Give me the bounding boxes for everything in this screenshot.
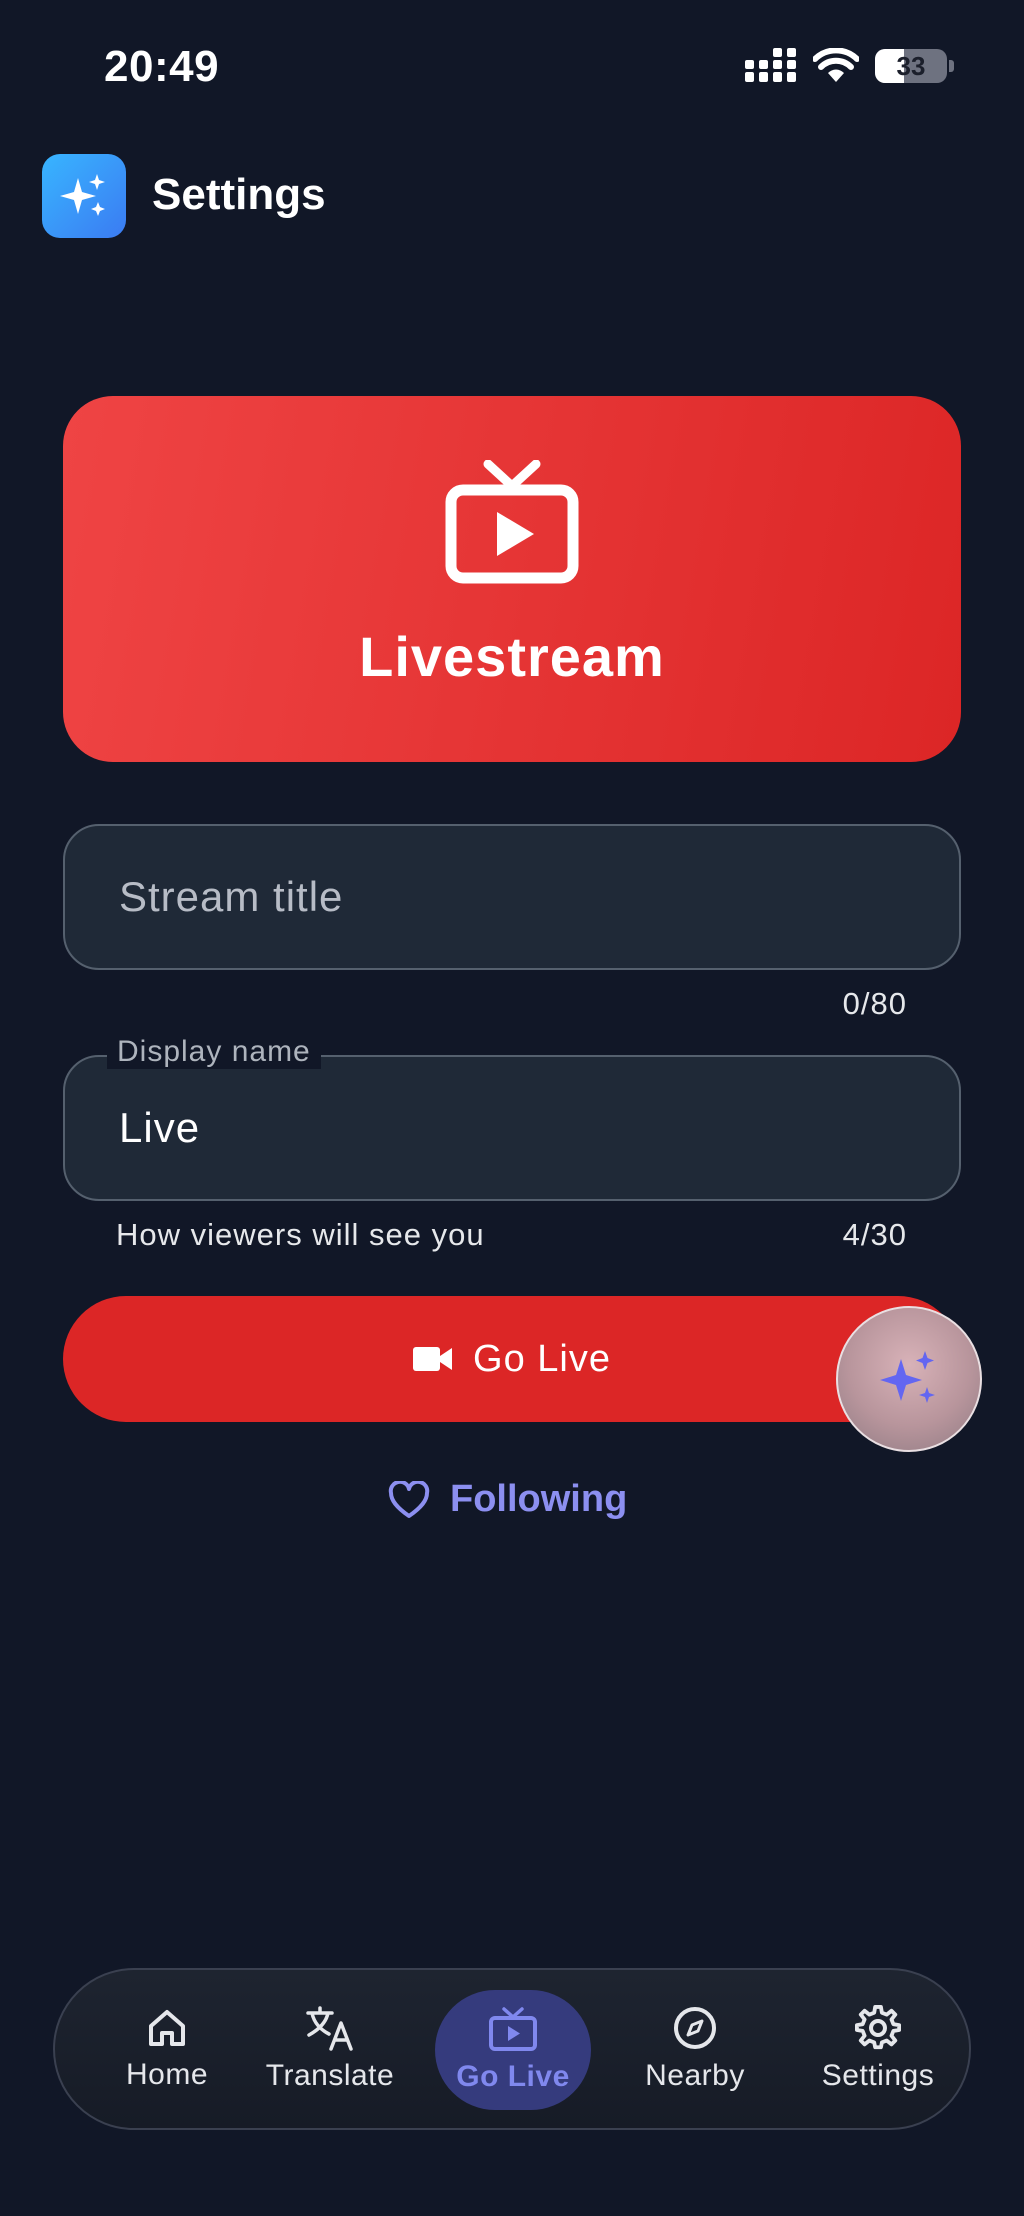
screen: 20:49 33 Settings Livestream Stream titl… bbox=[0, 0, 1024, 2216]
battery-tip bbox=[949, 60, 954, 72]
nav-label-nearby: Nearby bbox=[645, 2059, 745, 2092]
video-camera-icon bbox=[413, 1347, 453, 1371]
following-label: Following bbox=[450, 1478, 628, 1520]
home-icon bbox=[149, 2010, 185, 2046]
ai-assistant-fab[interactable] bbox=[836, 1306, 982, 1452]
go-live-label: Go Live bbox=[473, 1337, 611, 1380]
translate-icon bbox=[306, 2006, 353, 2051]
display-name-input[interactable] bbox=[117, 1057, 897, 1199]
app-logo bbox=[42, 154, 126, 238]
nav-label-settings: Settings bbox=[821, 2059, 935, 2092]
tv-icon bbox=[489, 2007, 537, 2051]
nav-label-home: Home bbox=[125, 2058, 209, 2091]
stream-title-counter: 0/80 bbox=[842, 986, 907, 1021]
battery-indicator: 33 bbox=[875, 49, 947, 83]
battery-level: 33 bbox=[896, 50, 926, 81]
stream-title-input[interactable] bbox=[117, 826, 897, 968]
nav-item-go-live[interactable]: Go Live bbox=[435, 1990, 591, 2110]
display-name-helper: How viewers will see you bbox=[116, 1217, 485, 1252]
display-name-counter: 4/30 bbox=[842, 1217, 907, 1252]
nav-item-nearby[interactable]: Nearby bbox=[615, 1970, 775, 2128]
cellular-signal-icon bbox=[745, 48, 796, 82]
stream-title-field[interactable] bbox=[63, 824, 961, 970]
nav-item-home[interactable]: Home bbox=[87, 1970, 247, 2128]
nav-label-go-live: Go Live bbox=[456, 2060, 570, 2093]
sparkles-icon bbox=[880, 1351, 935, 1403]
status-icons: 33 bbox=[745, 48, 954, 84]
page-title: Settings bbox=[152, 170, 326, 219]
tv-play-icon bbox=[445, 460, 579, 584]
nav-label-translate: Translate bbox=[265, 2059, 395, 2092]
bottom-nav: Home Translate Go Live Nearby Settings bbox=[53, 1968, 971, 2130]
compass-icon bbox=[674, 2007, 716, 2049]
livestream-card: Livestream bbox=[63, 396, 961, 762]
heart-icon bbox=[388, 1480, 430, 1518]
status-time: 20:49 bbox=[104, 42, 220, 91]
go-live-button[interactable]: Go Live bbox=[63, 1296, 961, 1422]
livestream-title: Livestream bbox=[359, 625, 665, 688]
following-link[interactable]: Following bbox=[388, 1478, 627, 1521]
nav-item-translate[interactable]: Translate bbox=[250, 1970, 410, 2128]
nav-item-settings[interactable]: Settings bbox=[798, 1970, 958, 2128]
display-name-field[interactable]: Display name bbox=[63, 1035, 961, 1201]
gear-icon bbox=[855, 2005, 901, 2050]
wifi-icon bbox=[813, 48, 859, 82]
sparkles-icon bbox=[60, 174, 105, 216]
